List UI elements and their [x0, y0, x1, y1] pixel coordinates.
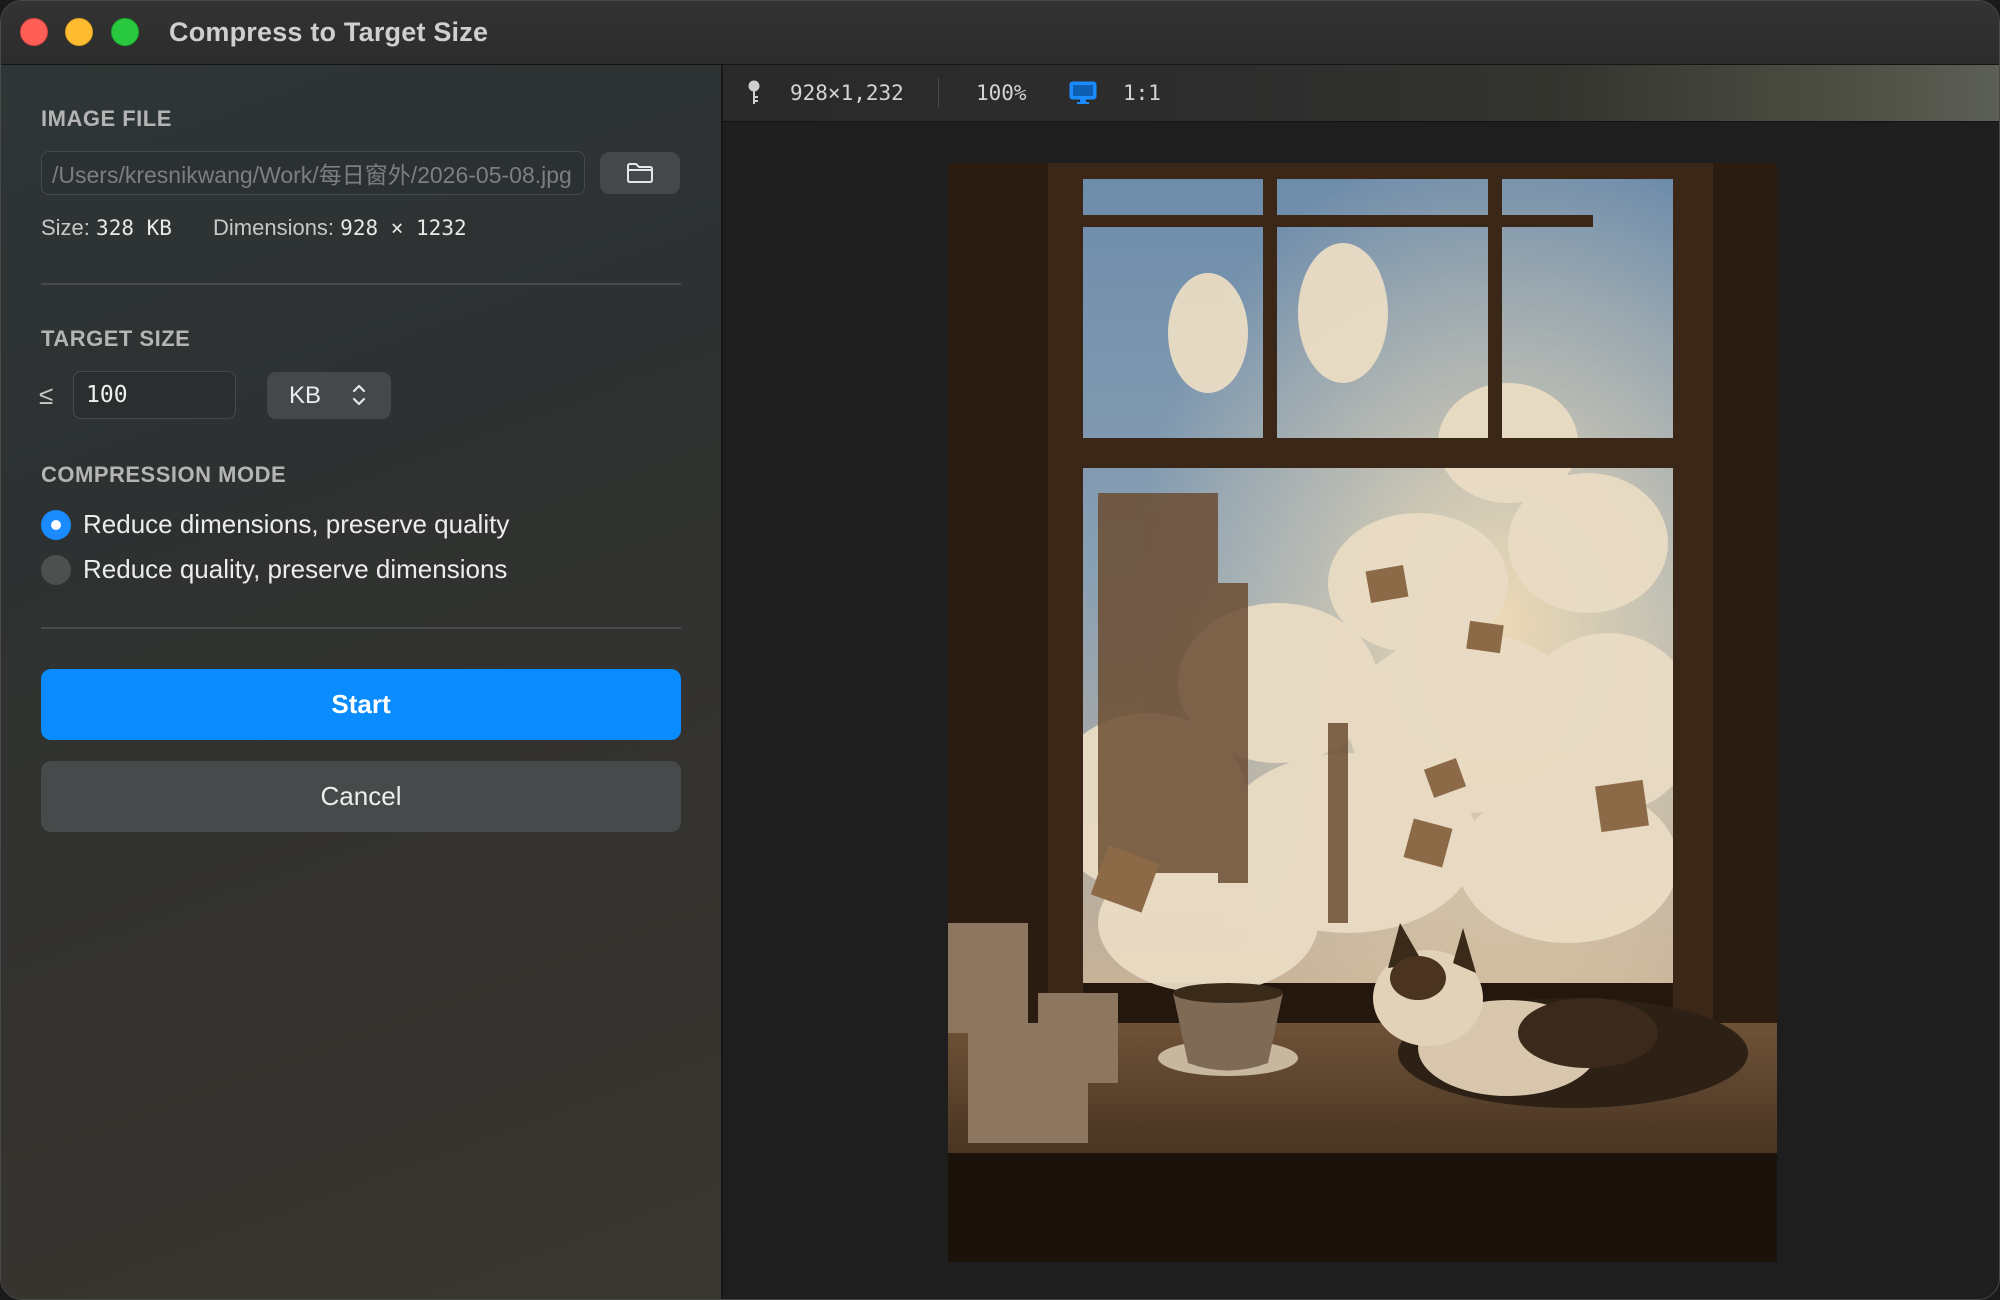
actual-size-ratio[interactable]: 1:1: [1123, 81, 1161, 105]
folder-icon: [627, 163, 653, 183]
preview-toolbar: 928×1,232 100% 1:1: [723, 65, 1999, 122]
file-size-value: 328 KB: [96, 216, 172, 240]
target-size-input[interactable]: [74, 372, 235, 418]
preview-panel: 928×1,232 100% 1:1: [723, 65, 1999, 1299]
radio-reduce-dimensions-label[interactable]: Reduce dimensions, preserve quality: [83, 509, 509, 540]
pin-icon[interactable]: [747, 79, 761, 107]
file-dimensions-label: Dimensions:: [213, 215, 335, 240]
file-size-label: Size:: [41, 215, 90, 240]
radio-reduce-quality-label[interactable]: Reduce quality, preserve dimensions: [83, 554, 507, 585]
section-divider: [41, 283, 681, 285]
section-divider: [41, 627, 681, 629]
file-dimensions-info: Dimensions: 928 × 1232: [213, 215, 467, 241]
zoom-level[interactable]: 100%: [976, 81, 1027, 105]
radio-reduce-quality[interactable]: [41, 555, 71, 585]
radio-reduce-dimensions[interactable]: [41, 510, 71, 540]
image-preview: [948, 163, 1777, 1262]
close-window-button[interactable]: [20, 18, 48, 46]
preview-dimensions: 928×1,232: [790, 81, 904, 105]
target-size-field[interactable]: [73, 371, 236, 419]
monitor-icon[interactable]: [1069, 81, 1097, 105]
chevron-up-down-icon: [352, 384, 366, 406]
title-bar: Compress to Target Size: [1, 1, 1999, 65]
preview-canvas: [723, 122, 1999, 1299]
unit-select[interactable]: KB: [267, 372, 391, 419]
file-path-field[interactable]: [41, 151, 585, 195]
file-size-info: Size: 328 KB: [41, 215, 172, 241]
less-or-equal-symbol: ≤: [39, 380, 54, 410]
target-size-heading: TARGET SIZE: [41, 326, 191, 351]
cancel-button[interactable]: Cancel: [41, 761, 681, 832]
toolbar-separator: [938, 78, 939, 108]
file-path-input[interactable]: [42, 152, 584, 194]
app-window: Compress to Target Size IMAGE FILE Size:…: [0, 0, 2000, 1300]
preview-photo: [948, 163, 1777, 1262]
start-button[interactable]: Start: [41, 669, 681, 740]
window-title: Compress to Target Size: [169, 17, 489, 47]
browse-file-button[interactable]: [600, 152, 680, 194]
file-dimensions-value: 928 × 1232: [340, 216, 467, 240]
minimize-window-button[interactable]: [65, 18, 93, 46]
unit-select-value: KB: [289, 382, 322, 409]
compression-mode-heading: COMPRESSION MODE: [41, 462, 287, 487]
image-file-heading: IMAGE FILE: [41, 106, 172, 131]
zoom-window-button[interactable]: [111, 18, 139, 46]
settings-panel: IMAGE FILE Size: 328 KB Dimensions: 928 …: [1, 65, 723, 1299]
